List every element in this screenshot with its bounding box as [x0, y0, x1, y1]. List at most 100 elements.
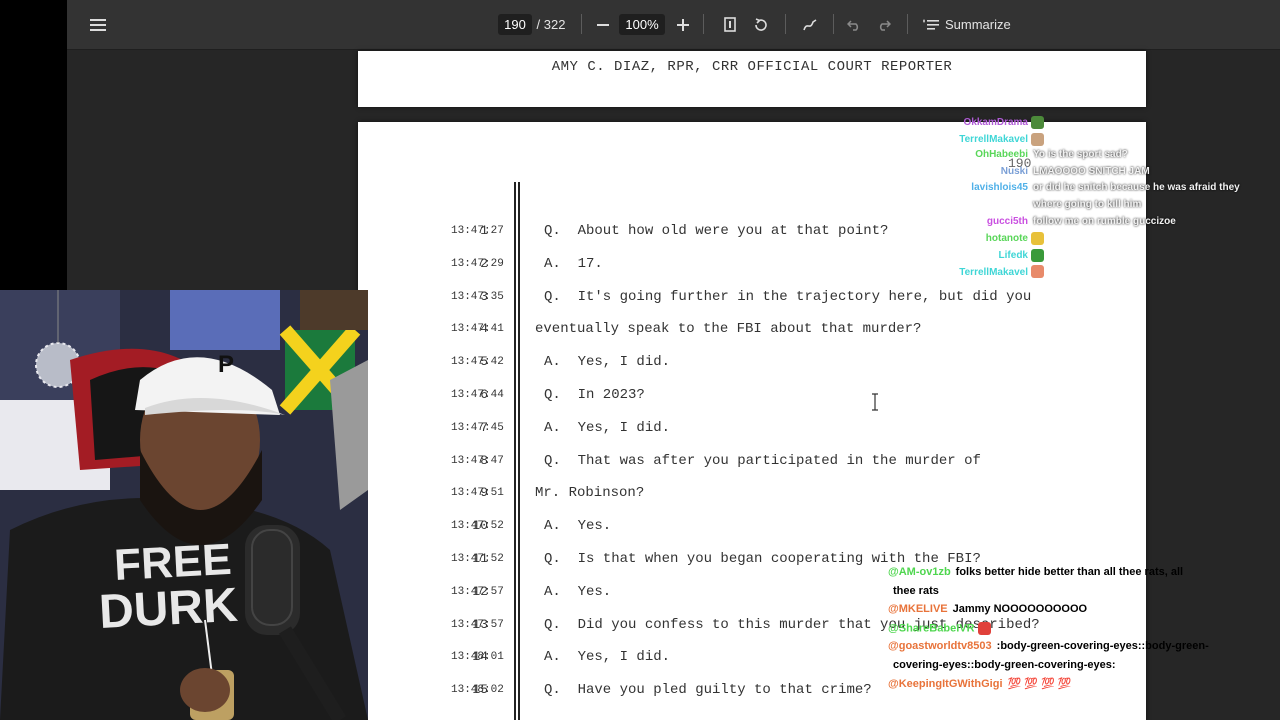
chat-emote-icon	[1031, 265, 1044, 279]
line-timestamp: 13:47:45	[451, 421, 504, 434]
chat-text: covering-eyes::body-green-covering-eyes:	[893, 658, 1116, 671]
pdf-toolbar: 190 / 322 100% Summarize	[67, 0, 1280, 50]
line-text: A. Yes, I did.	[544, 649, 671, 666]
line-text: eventually speak to the FBI about that m…	[535, 321, 922, 338]
line-timestamp: 13:47:42	[451, 356, 504, 369]
line-timestamp: 13:48:01	[451, 651, 504, 664]
chat-message: thee rats	[888, 585, 939, 597]
chat-text: Yo is the sport sad?	[1033, 149, 1128, 161]
summarize-label: Summarize	[945, 17, 1011, 32]
page-number-input[interactable]: 190	[498, 14, 532, 35]
chat-text: :body-green-covering-eyes::body-green-	[996, 640, 1209, 652]
chat-username: @goastworldtv8503	[888, 640, 992, 652]
line-text: Q. About how old were you at that point?	[544, 223, 889, 239]
chat-username: OkkamDrama	[963, 117, 1028, 129]
chat-message: @KeepingItGWithGigi 💯 💯 💯 💯	[888, 677, 1071, 690]
chat-message: OkkamDrama	[928, 116, 1049, 129]
pdf-page-previous: AMY C. DIAZ, RPR, CRR OFFICIAL COURT REP…	[358, 51, 1146, 107]
transcript-line: 13 13:47:57 Q. Did you confess to this mur…	[358, 617, 1146, 637]
transcript-line: 10 13:47:52 A. Yes.	[358, 518, 1146, 538]
zoom-in-button[interactable]	[673, 0, 693, 49]
line-text: A. Yes.	[544, 583, 612, 600]
transcript-line: 3 13:47:35 Q. It's going further in the tr…	[358, 289, 1146, 309]
text-cursor-icon	[872, 393, 878, 411]
chat-emote-icon	[1031, 232, 1044, 246]
line-text: Q. In 2023?	[544, 387, 645, 403]
chat-username: Lifedk	[998, 249, 1028, 261]
chat-username: @MKELIVE	[888, 603, 948, 615]
hamburger-menu-icon	[90, 18, 106, 31]
chat-text: follow me on rumble guccizoe	[1033, 215, 1176, 227]
line-text: A. Yes, I did.	[544, 354, 671, 371]
transcript-line: 4 13:47:41 eventually speak to the FBI abo…	[358, 321, 1146, 341]
chat-message: where going to kill him	[928, 199, 1141, 210]
chat-message: hotanote	[928, 232, 1049, 246]
chat-username: @AM-ov1zb	[888, 566, 951, 578]
chat-message: gucci5th follow me on rumble guccizoe	[928, 216, 1176, 227]
line-timestamp: 13:47:29	[451, 257, 504, 270]
zoom-out-button[interactable]	[593, 0, 613, 49]
toolbar-divider	[907, 14, 908, 34]
line-timestamp: 13:47:57	[451, 585, 504, 598]
line-timestamp: 13:47:41	[451, 323, 504, 336]
line-text: A. Yes, I did.	[544, 419, 671, 436]
draw-button[interactable]	[799, 0, 821, 49]
cap-letter: P	[218, 351, 234, 378]
chat-username: @ShareBabeIVR	[888, 621, 975, 634]
chat-text: LMAOOOO SNITCH JAM	[1033, 165, 1150, 177]
toolbar-divider	[703, 14, 704, 34]
chat-username: OhHabeebi	[975, 149, 1028, 161]
chat-text: Jammy NOOOOOOOOOO	[952, 603, 1088, 615]
plus-icon	[677, 18, 689, 31]
pdf-page-current: 190 1 13:47:27 Q. About how old were you a…	[358, 122, 1146, 720]
toolbar-divider	[785, 14, 786, 34]
rotate-button[interactable]	[751, 0, 771, 49]
chat-emote-icon	[1031, 116, 1044, 129]
fit-page-button[interactable]	[721, 0, 739, 49]
chat-message: OhHabeebi Yo is the sport sad?	[928, 149, 1128, 160]
line-text: Q. Is that when you began cooperating wi…	[544, 551, 981, 567]
line-text: Mr. Robinson?	[535, 485, 645, 502]
line-timestamp: 13:48:02	[451, 684, 504, 697]
chat-username: TerrellMakavel	[959, 133, 1028, 145]
chat-message: covering-eyes::body-green-covering-eyes:	[888, 659, 1116, 671]
toolbar-divider	[833, 14, 834, 34]
line-timestamp: 13:47:57	[451, 618, 504, 631]
chat-username: TerrellMakavel	[959, 266, 1028, 278]
line-timestamp: 13:47:51	[451, 487, 504, 500]
chat-emote-icon	[1031, 132, 1044, 146]
chat-message: Lifedk	[928, 248, 1049, 262]
redo-button[interactable]	[875, 0, 893, 49]
streamer-webcam-image: P FREE DURK	[0, 290, 368, 720]
line-timestamp: 13:47:47	[451, 454, 504, 467]
undo-button[interactable]	[845, 0, 863, 49]
chat-username: Nuski	[1000, 165, 1028, 177]
toolbar-divider	[581, 14, 582, 34]
menu-button[interactable]	[87, 0, 109, 49]
chat-text: where going to kill him	[1033, 199, 1142, 210]
line-text: Q. That was after you participated in th…	[544, 452, 981, 469]
zoom-level-field[interactable]: 100%	[619, 14, 665, 35]
reporter-line: AMY C. DIAZ, RPR, CRR OFFICIAL COURT REP…	[551, 59, 953, 75]
fit-page-icon	[724, 17, 736, 32]
chat-emote-icon	[1031, 248, 1044, 262]
chat-username: lavishlois45	[971, 182, 1028, 194]
minus-icon	[597, 23, 609, 26]
chat-message: TerrellMakavel	[928, 265, 1049, 279]
chat-text: or did he snitch because he was afraid t…	[1033, 182, 1240, 194]
chat-text: 💯 💯 💯 💯	[1007, 678, 1072, 690]
chat-emote-icon	[977, 621, 991, 635]
undo-icon	[847, 19, 859, 31]
line-timestamp: 13:47:52	[451, 520, 504, 533]
summarize-button[interactable]: Summarize	[923, 0, 1013, 49]
chat-text: folks better hide better than all thee r…	[955, 566, 1184, 578]
chat-username: gucci5th	[986, 215, 1028, 227]
line-timestamp: 13:47:27	[451, 225, 504, 237]
transcript-line: 8 13:47:47 Q. That was after you participa…	[358, 453, 1146, 473]
line-text: A. Yes.	[544, 518, 612, 535]
chat-message: @AM-ov1zb folks better hide better than a…	[888, 566, 1183, 578]
line-timestamp: 13:47:35	[451, 290, 504, 303]
chat-message: @MKELIVE Jammy NOOOOOOOOOO	[888, 603, 1087, 615]
shirt-text-line2: DURK	[98, 579, 240, 639]
webcam-overlay: P FREE DURK	[0, 290, 368, 720]
